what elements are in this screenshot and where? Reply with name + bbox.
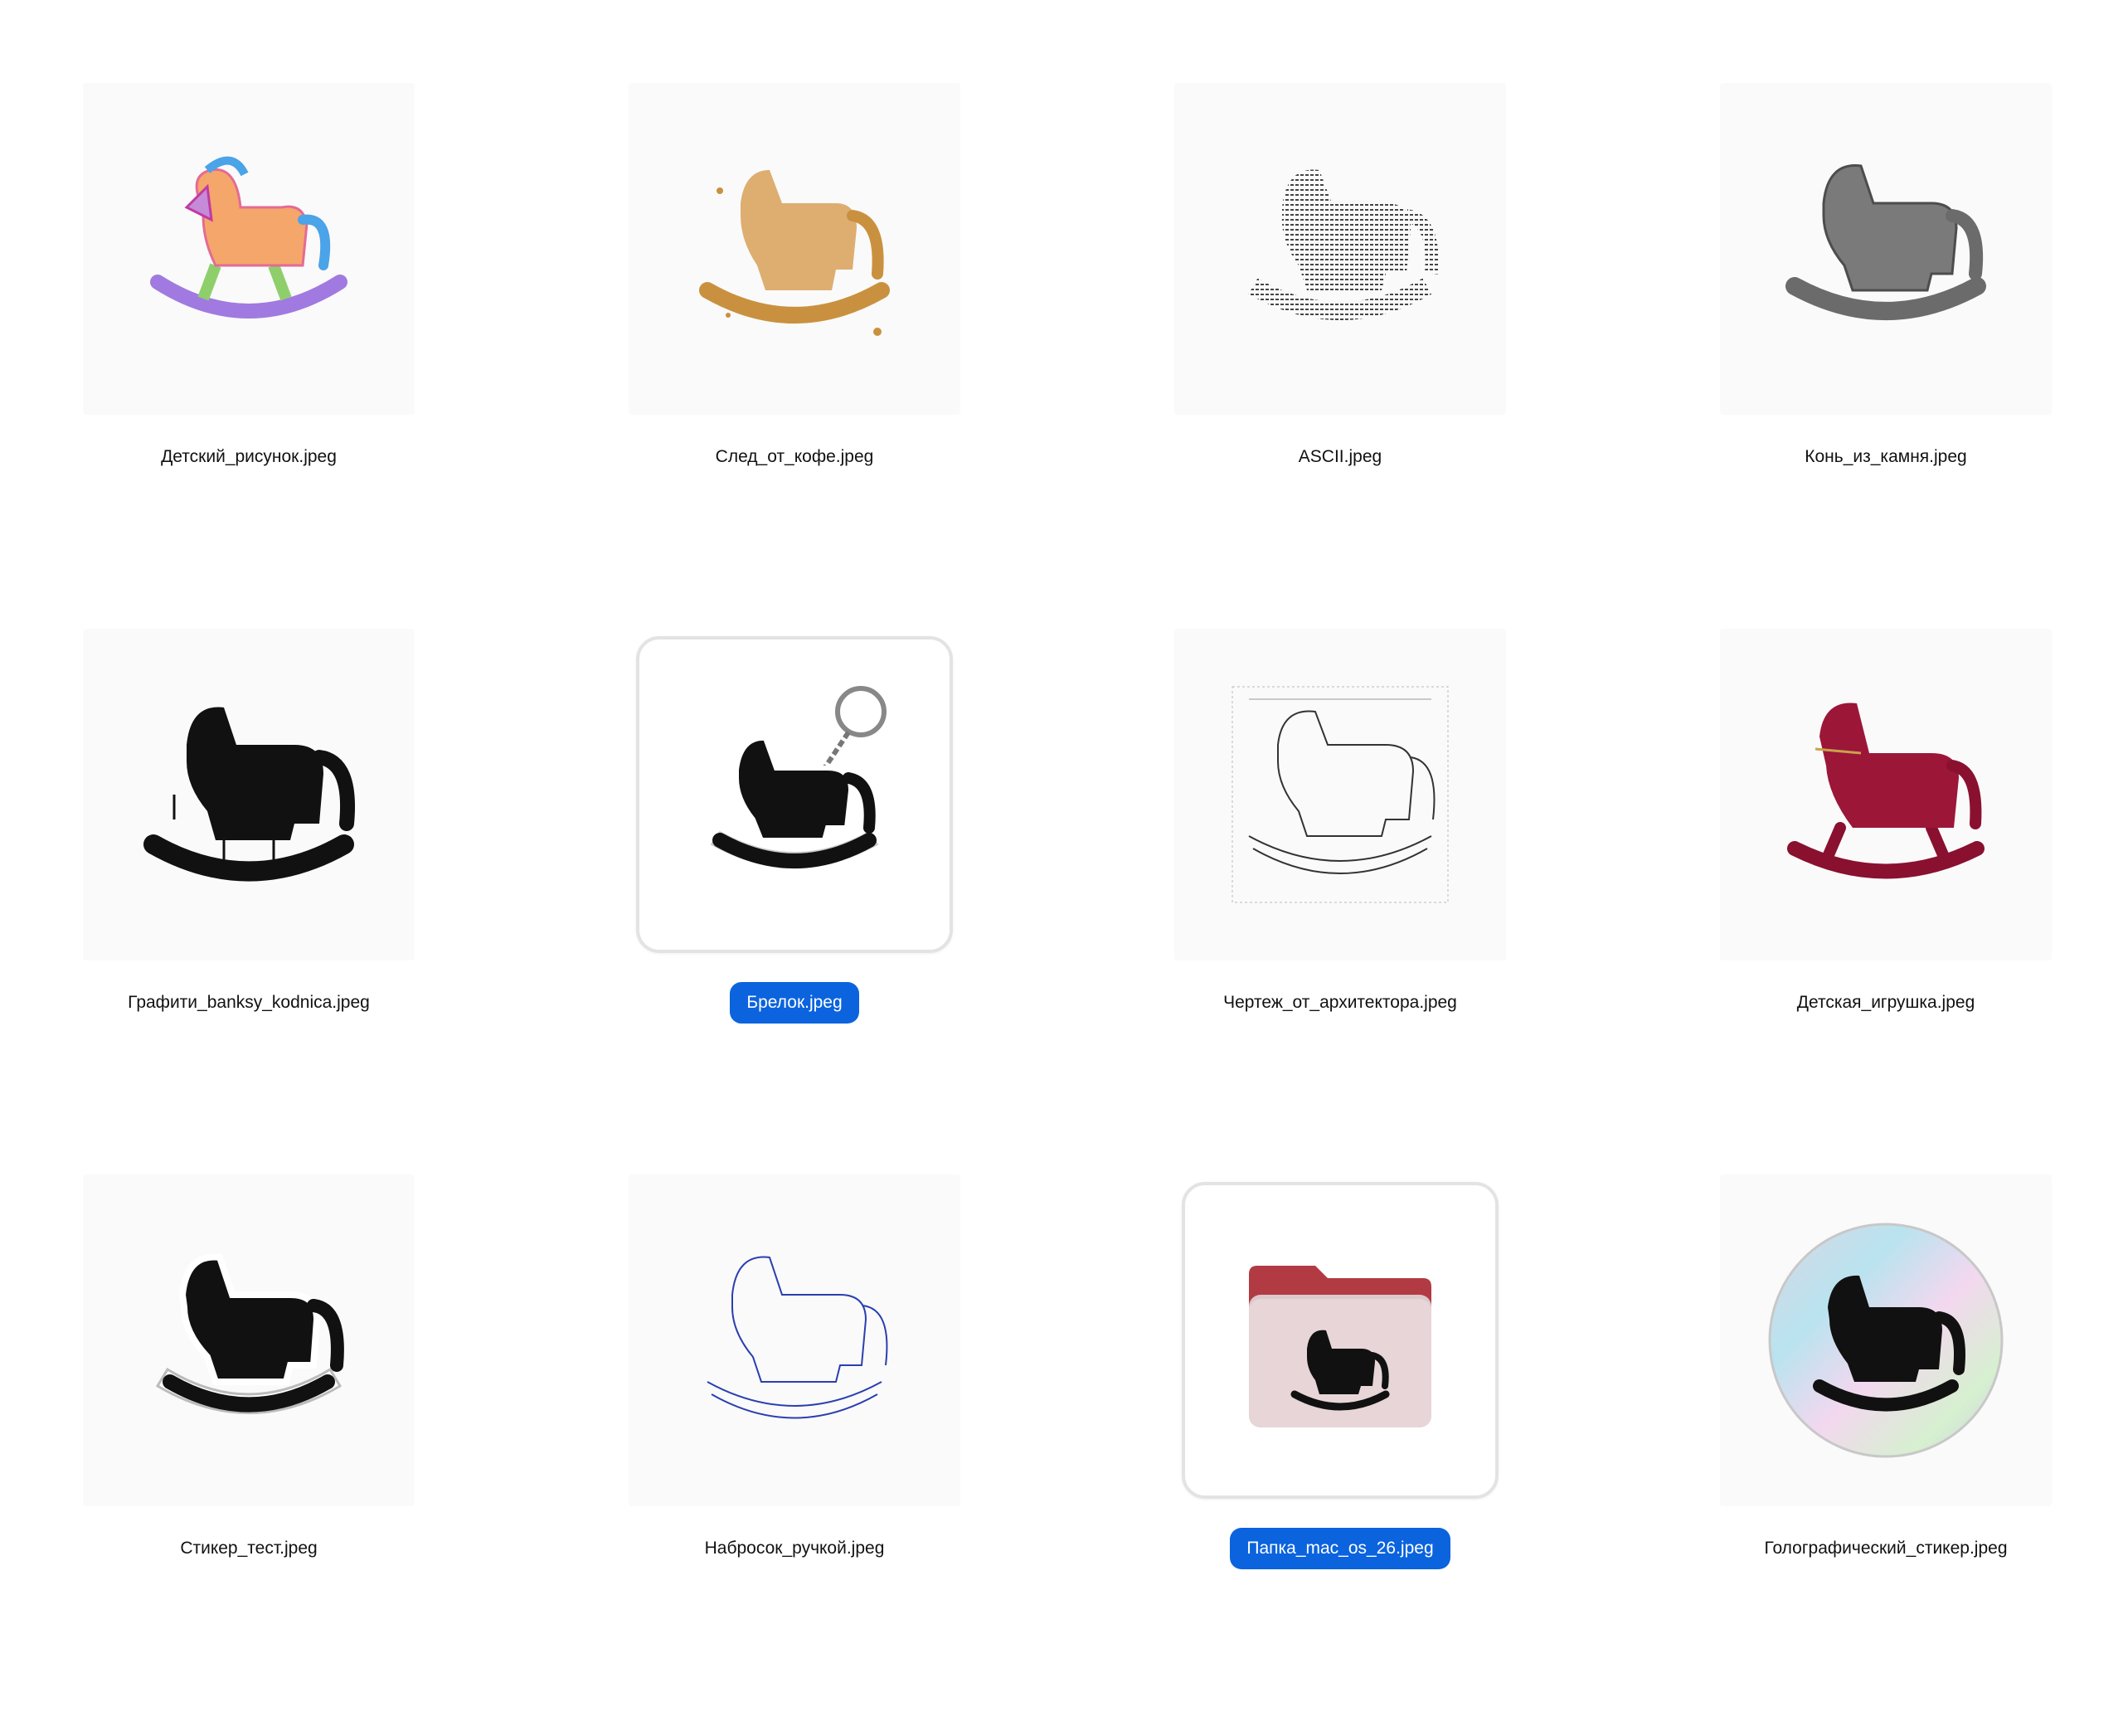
file-name: Детская_игрушка.jpeg: [1796, 993, 1975, 1012]
file-item-stone[interactable]: Конь_из_камня.jpeg: [1712, 83, 2060, 581]
file-name: Набросок_ручкой.jpeg: [704, 1539, 885, 1558]
file-item-keychain[interactable]: Брелок.jpeg: [620, 629, 969, 1126]
file-item-velvet-toy[interactable]: Детская_игрушка.jpeg: [1712, 629, 2060, 1126]
thumbnail: [1720, 83, 2052, 415]
file-name: Папка_mac_os_26.jpeg: [1166, 1528, 1514, 1569]
file-name: Чертеж_от_архитектора.jpeg: [1223, 993, 1457, 1012]
file-item-holographic[interactable]: Голографический_стикер.jpeg: [1712, 1174, 2060, 1672]
file-item-blueprint[interactable]: Чертеж_от_архитектора.jpeg: [1166, 629, 1514, 1126]
thumbnail: [1182, 1182, 1499, 1499]
thumbnail: [83, 629, 415, 960]
rocking-horse-velvet-icon: [1787, 703, 1985, 879]
thumbnail: [629, 83, 960, 415]
file-name: Конь_из_камня.jpeg: [1805, 447, 1967, 466]
rocking-horse-holographic-icon: [1768, 1223, 2004, 1458]
thumbnail: [1174, 629, 1506, 960]
thumbnail: [636, 636, 953, 953]
thumbnail: [83, 1174, 415, 1506]
file-item-pen-sketch[interactable]: Набросок_ручкой.jpeg: [620, 1174, 969, 1672]
file-name: След_от_кофе.jpeg: [715, 447, 874, 466]
thumbnail: [629, 1174, 960, 1506]
rocking-horse-stone-icon: [1785, 164, 1986, 320]
folder-icon: [1249, 1266, 1431, 1427]
rocking-horse-pen-icon: [707, 1256, 888, 1419]
file-name: Голографический_стикер.jpeg: [1764, 1539, 2008, 1558]
file-item-child-drawing[interactable]: Детский_рисунок.jpeg: [75, 83, 423, 581]
file-grid: Детский_рисунок.jpeg След_от_кофе.jpeg A…: [0, 0, 2123, 1736]
file-name: Стикер_тест.jpeg: [180, 1539, 318, 1558]
thumbnail: [1720, 629, 2052, 960]
rocking-horse-graffiti-icon: [143, 707, 355, 882]
rocking-horse-sticker-icon: [155, 1253, 344, 1414]
file-name: ASCII.jpeg: [1298, 447, 1382, 466]
file-item-sticker-test[interactable]: Стикер_тест.jpeg: [75, 1174, 423, 1672]
rocking-horse-keychain-icon: [710, 686, 887, 868]
file-name: Детский_рисунок.jpeg: [161, 447, 337, 466]
file-name: Брелок.jpeg: [620, 982, 969, 1024]
rocking-horse-coffee-icon: [699, 170, 890, 336]
file-item-macos-folder[interactable]: Папка_mac_os_26.jpeg: [1166, 1174, 1514, 1672]
file-item-ascii[interactable]: ASCII.jpeg: [1166, 83, 1514, 581]
file-item-coffee-stain[interactable]: След_от_кофе.jpeg: [620, 83, 969, 581]
thumbnail: [1720, 1174, 2052, 1506]
file-name: Графити_banksy_kodnica.jpeg: [128, 993, 370, 1012]
thumbnail: [1174, 83, 1506, 415]
rocking-horse-ascii-icon: [1248, 169, 1439, 320]
thumbnail: [83, 83, 415, 415]
file-item-graffiti[interactable]: Графити_banksy_kodnica.jpeg: [75, 629, 423, 1126]
rocking-horse-crayon-icon: [150, 156, 347, 319]
rocking-horse-blueprint-icon: [1232, 686, 1449, 903]
